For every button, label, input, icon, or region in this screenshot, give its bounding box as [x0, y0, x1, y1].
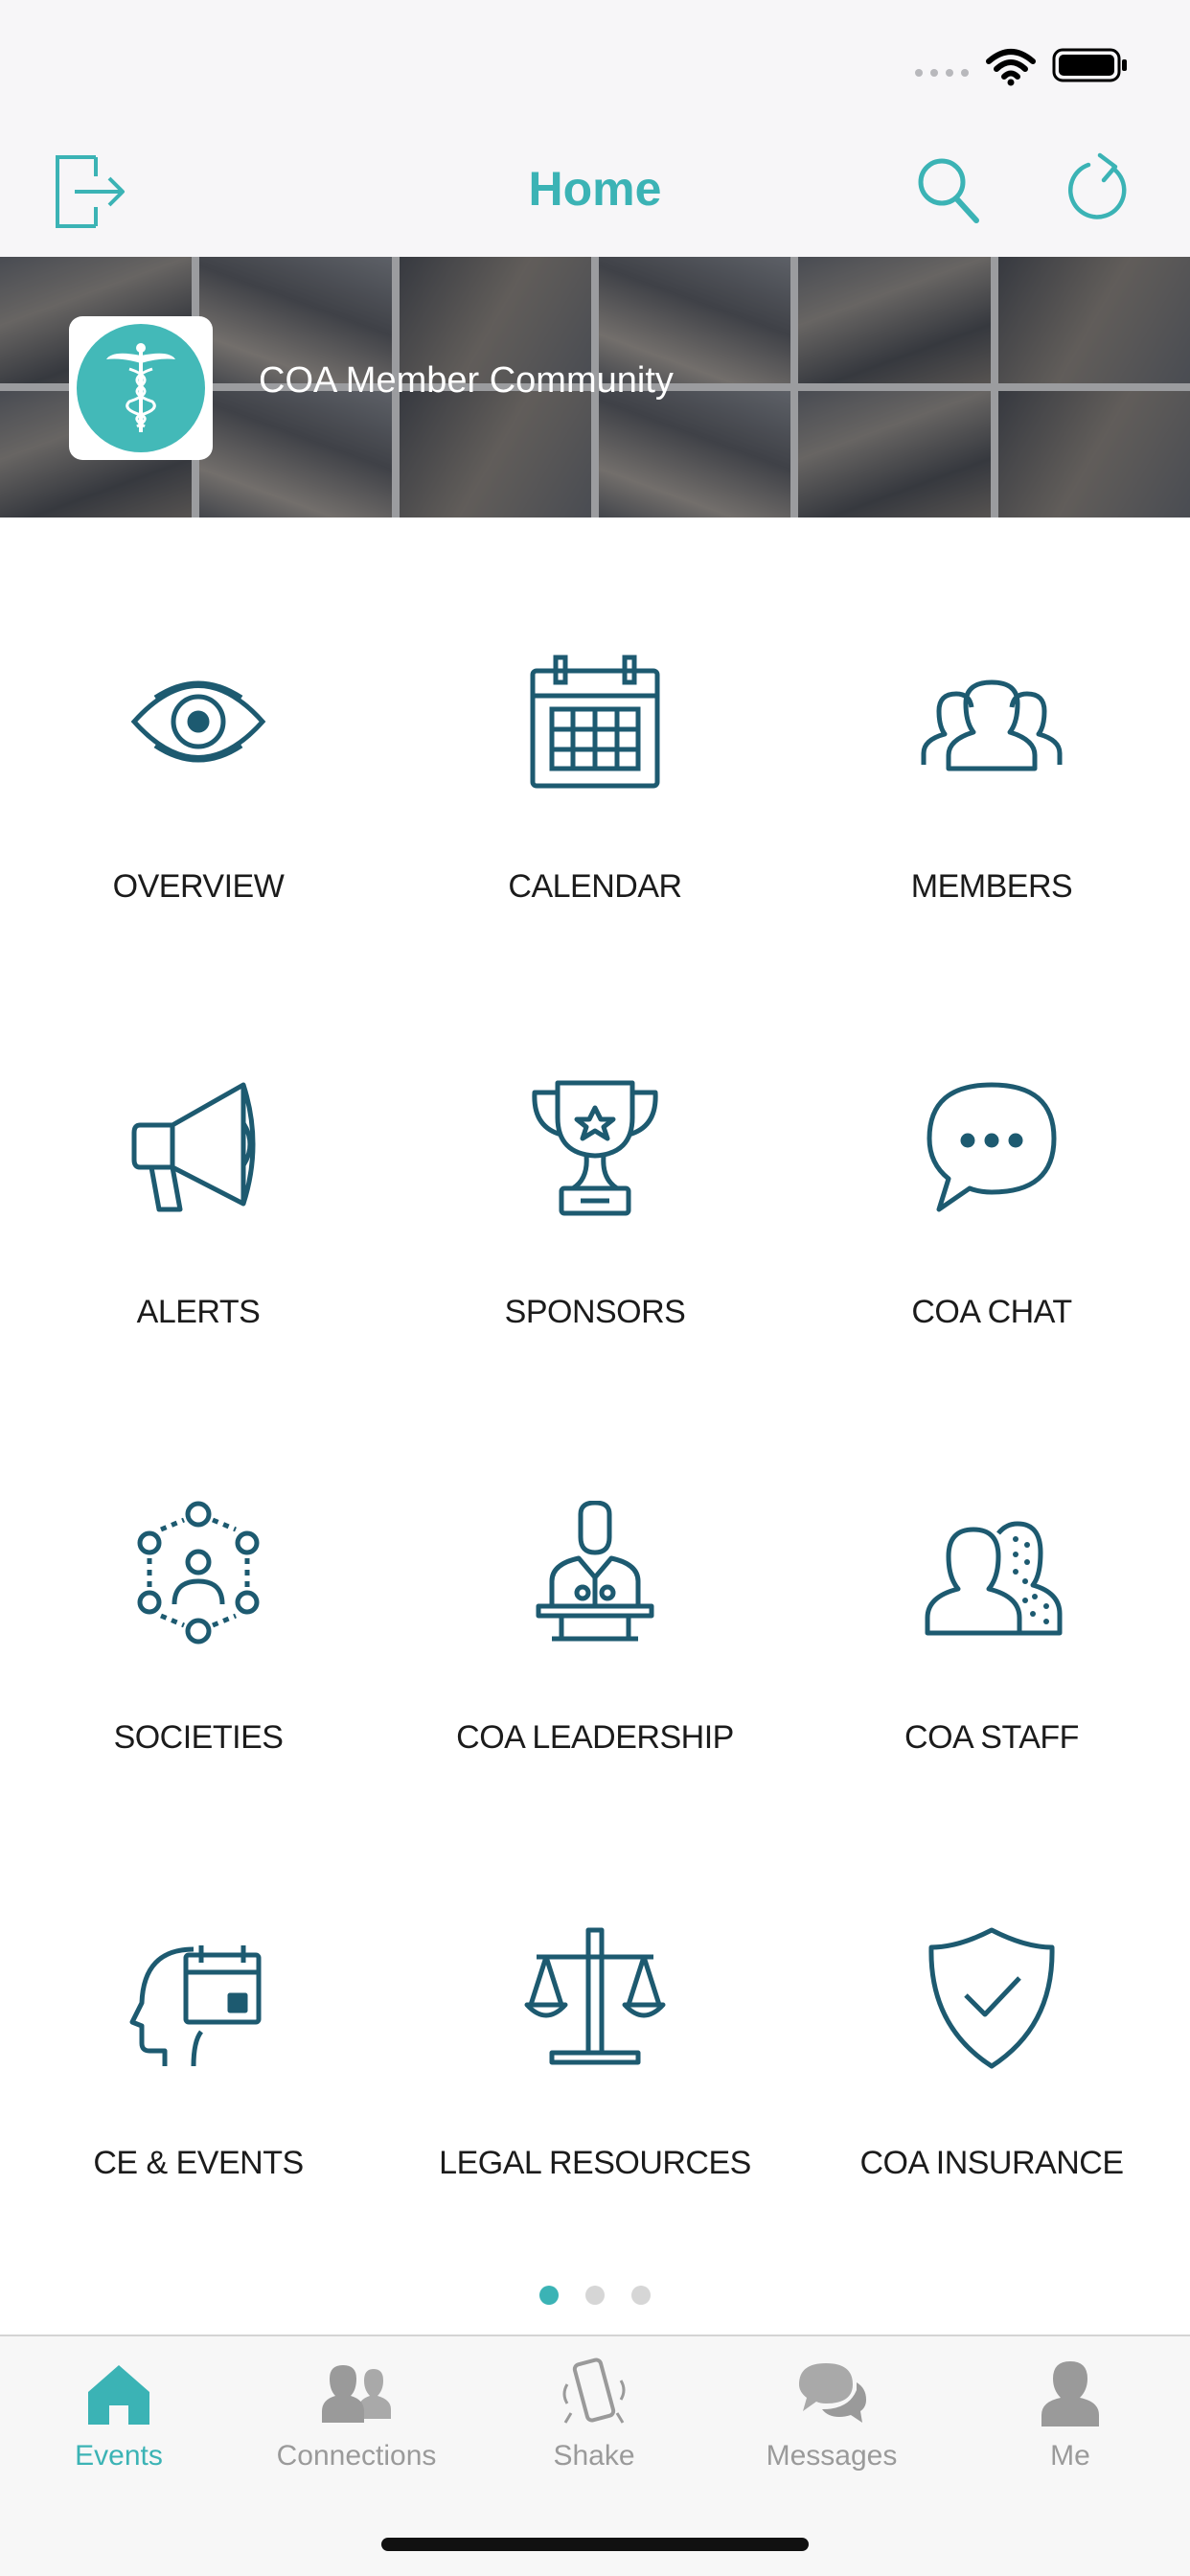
tile-coa-leadership[interactable]: COA LEADERSHIP	[397, 1501, 793, 1788]
calendar-icon	[530, 655, 660, 789]
page-title: Home	[528, 162, 662, 216]
cellular-signal-icon	[915, 69, 969, 77]
people-icon	[322, 2365, 391, 2423]
tab-connections[interactable]: Connections	[238, 2356, 475, 2490]
network-icon	[137, 1501, 260, 1644]
page-indicator[interactable]	[0, 2286, 1190, 2305]
trophy-icon	[532, 1080, 658, 1216]
home-indicator[interactable]	[381, 2538, 809, 2551]
tile-calendar[interactable]: CALENDAR	[397, 650, 793, 937]
refresh-icon[interactable]	[1065, 151, 1133, 224]
chat-icon	[799, 2363, 866, 2423]
page-dot-3[interactable]	[631, 2286, 651, 2305]
tab-label: Events	[75, 2440, 163, 2472]
tile-coa-staff[interactable]: COA STAFF	[793, 1501, 1190, 1788]
tile-coa-insurance[interactable]: COA INSURANCE	[793, 1926, 1190, 2214]
head-calendar-icon	[129, 1945, 262, 2067]
tab-label: Shake	[553, 2440, 635, 2472]
search-icon[interactable]	[915, 155, 980, 224]
tile-label: OVERVIEW	[112, 868, 285, 905]
tile-label: SPONSORS	[504, 1294, 686, 1330]
tile-coa-chat[interactable]: COA CHAT	[793, 1075, 1190, 1363]
tile-sponsors[interactable]: SPONSORS	[397, 1075, 793, 1363]
tab-shake[interactable]: Shake	[475, 2356, 713, 2490]
page-dot-2[interactable]	[585, 2286, 605, 2305]
tab-label: Connections	[276, 2440, 437, 2472]
scales-icon	[524, 1927, 666, 2065]
tile-members[interactable]: MEMBERS	[793, 650, 1190, 937]
status-bar	[0, 0, 1190, 134]
tile-label: SOCIETIES	[113, 1719, 284, 1756]
community-logo	[69, 316, 213, 460]
tile-overview[interactable]: OVERVIEW	[0, 650, 397, 937]
page-dot-1[interactable]	[539, 2286, 559, 2305]
tab-label: Messages	[766, 2440, 898, 2472]
tab-label: Me	[1050, 2440, 1090, 2472]
tile-label: COA INSURANCE	[859, 2145, 1125, 2181]
shake-phone-icon	[562, 2358, 626, 2424]
person-icon	[1041, 2361, 1099, 2426]
shield-check-icon	[928, 1927, 1055, 2069]
tile-label: CALENDAR	[508, 868, 682, 905]
tile-label: ALERTS	[136, 1294, 261, 1330]
tab-events[interactable]: Events	[0, 2356, 238, 2490]
speaker-podium-icon	[536, 1501, 654, 1642]
members-icon	[921, 679, 1063, 771]
tile-ce-events[interactable]: CE & EVENTS	[0, 1926, 397, 2214]
tab-me[interactable]: Me	[950, 2356, 1190, 2490]
community-banner: COA Member Community	[0, 257, 1190, 518]
staff-icon	[925, 1521, 1063, 1636]
tile-label: COA STAFF	[904, 1719, 1079, 1756]
banner-title: COA Member Community	[259, 360, 674, 401]
eye-icon	[130, 680, 266, 763]
caduceus-icon	[106, 343, 175, 432]
tile-label: CE & EVENTS	[93, 2145, 304, 2181]
nav-bar: Home	[0, 134, 1190, 257]
chat-bubble-icon	[927, 1082, 1057, 1212]
battery-icon	[1052, 48, 1127, 82]
tile-alerts[interactable]: ALERTS	[0, 1075, 397, 1363]
home-icon	[88, 2365, 149, 2425]
tile-label: COA CHAT	[911, 1294, 1072, 1330]
tile-label: MEMBERS	[910, 868, 1073, 905]
megaphone-icon	[131, 1082, 256, 1212]
tile-label: LEGAL RESOURCES	[439, 2145, 751, 2181]
tile-societies[interactable]: SOCIETIES	[0, 1501, 397, 1788]
wifi-icon	[986, 49, 1036, 86]
tile-label: COA LEADERSHIP	[456, 1719, 734, 1756]
tile-legal-resources[interactable]: LEGAL RESOURCES	[397, 1926, 793, 2214]
tab-messages[interactable]: Messages	[713, 2356, 950, 2490]
